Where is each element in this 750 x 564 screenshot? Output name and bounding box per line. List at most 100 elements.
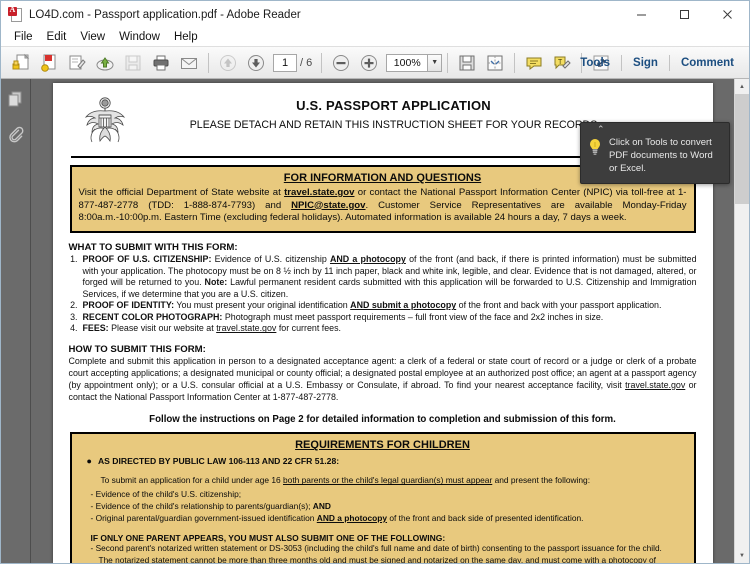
document-subtitle: PLEASE DETACH AND RETAIN THIS INSTRUCTIO… <box>189 119 598 131</box>
scrollbar-thumb[interactable] <box>734 94 749 204</box>
one-parent-line-1: - Second parent's notarized written stat… <box>90 543 662 554</box>
children-dash-3-post: of the front and back side of presented … <box>387 512 584 523</box>
submit-item-1-lead: PROOF OF U.S. CITIZENSHIP: <box>82 253 212 264</box>
attachments-paperclip-icon[interactable] <box>5 123 27 145</box>
submit-item-3-number: 3. <box>70 311 78 322</box>
svg-text:T: T <box>558 59 563 66</box>
scroll-down-arrow-icon[interactable]: ▼ <box>734 548 749 563</box>
submit-item-4-post: for current fees. <box>276 323 341 334</box>
lightbulb-icon <box>587 129 603 175</box>
submit-item-4-pre: Please visit our website at <box>108 323 217 334</box>
edit-pdf-icon[interactable] <box>65 51 89 75</box>
submit-item-2-lead: PROOF OF IDENTITY: <box>82 300 175 311</box>
submit-item-2-post: of the front and back with your passport… <box>456 300 662 311</box>
how-to-submit-heading: HOW TO SUBMIT THIS FORM: <box>68 344 206 356</box>
zoom-in-icon[interactable] <box>357 51 381 75</box>
children-lead-post: and present the following: <box>492 475 591 486</box>
submit-item-2-number: 2. <box>70 300 78 311</box>
submit-item-2-underline: AND submit a photocopy <box>350 300 457 311</box>
navigation-rail <box>1 79 31 563</box>
children-lead-underline: both parents or the child's legal guardi… <box>283 475 493 486</box>
document-title: U.S. PASSPORT APPLICATION <box>296 98 491 113</box>
submit-item-3-pre: Photograph must meet passport requiremen… <box>222 311 604 322</box>
submit-item-1-underline: AND a photocopy <box>329 253 406 264</box>
submit-item-1-note-label: Note: <box>204 277 228 288</box>
info-body-pre: Visit the official Department of State w… <box>78 187 285 198</box>
main-toolbar: / 6 100% ▼ <box>1 47 749 79</box>
one-parent-heading: IF ONLY ONE PARENT APPEARS, YOU MUST ALS… <box>90 533 446 544</box>
tools-pane-button[interactable]: Tools <box>569 54 621 72</box>
submit-item-2: 2. PROOF OF IDENTITY: You must present y… <box>69 300 697 312</box>
submit-item-2-pre: You must present your original identific… <box>174 300 351 311</box>
comment-pane-button[interactable]: Comment <box>670 54 745 72</box>
children-public-law-text: AS DIRECTED BY PUBLIC LAW 106-113 AND 22… <box>97 456 340 467</box>
adobe-reader-icon <box>8 5 24 23</box>
vertical-scrollbar[interactable]: ▲ ▼ <box>734 79 749 563</box>
zoom-level-value[interactable]: 100% <box>386 53 429 72</box>
scroll-up-arrow-icon[interactable]: ▲ <box>734 79 749 94</box>
follow-instructions-line: Follow the instructions on Page 2 for de… <box>149 414 616 426</box>
callout-arrow-icon: ⌃ <box>597 124 605 134</box>
children-dash-1: - Evidence of the child's U.S. citizensh… <box>91 488 687 500</box>
print-icon[interactable] <box>149 51 173 75</box>
cloud-upload-icon[interactable] <box>93 51 117 75</box>
menu-view[interactable]: View <box>73 29 112 45</box>
previous-page-icon[interactable] <box>216 51 240 75</box>
children-lead-line: To submit an application for a child und… <box>91 474 687 486</box>
title-bar: LO4D.com - Passport application.pdf - Ad… <box>1 1 749 28</box>
menu-bar: File Edit View Window Help <box>1 28 749 47</box>
children-dash-2-post: AND <box>312 500 331 511</box>
minimize-button[interactable] <box>620 1 663 28</box>
travel-state-gov-link-1[interactable]: travel.state.gov <box>284 187 354 198</box>
sign-pane-button[interactable]: Sign <box>622 54 669 72</box>
document-area: U.S. PASSPORT APPLICATION PLEASE DETACH … <box>1 79 749 563</box>
children-dash-3-pre: - Original parental/guardian government-… <box>90 512 317 523</box>
how-to-submit-pre: Complete and submit this application in … <box>68 356 697 390</box>
travel-state-gov-link-2[interactable]: travel.state.gov <box>216 323 276 333</box>
submit-item-1: 1. PROOF OF U.S. CITIZENSHIP: Evidence o… <box>69 253 696 300</box>
menu-help[interactable]: Help <box>167 29 205 45</box>
bullet-dot-icon: ● <box>86 456 92 467</box>
create-pdf-icon[interactable] <box>37 51 61 75</box>
menu-window[interactable]: Window <box>112 29 167 45</box>
page-number-input[interactable] <box>273 53 297 72</box>
npic-email-link[interactable]: NPIC@state.gov <box>291 200 365 211</box>
great-seal-icon <box>79 95 131 150</box>
save-icon <box>121 51 145 75</box>
sticky-note-icon[interactable] <box>522 51 546 75</box>
children-lead-pre: To submit an application for a child und… <box>100 475 284 486</box>
submit-item-4-lead: FEES: <box>82 323 109 334</box>
children-dash-2-pre: - Evidence of the child's relationship t… <box>90 500 313 511</box>
email-icon[interactable] <box>177 51 201 75</box>
information-box-body: Visit the official Department of State w… <box>79 187 687 225</box>
submit-item-3: 3. RECENT COLOR PHOTOGRAPH: Photograph m… <box>69 312 697 324</box>
submit-item-1-number: 1. <box>70 253 78 264</box>
zoom-dropdown-caret-icon[interactable]: ▼ <box>428 53 443 72</box>
children-dash-3-underline: AND a photocopy <box>316 512 388 523</box>
save-file-icon[interactable] <box>455 51 479 75</box>
tools-callout-tooltip[interactable]: ⌃ Click on Tools to convert PDF document… <box>580 122 730 185</box>
next-page-icon[interactable] <box>244 51 268 75</box>
zoom-out-icon[interactable] <box>329 51 353 75</box>
what-to-submit-heading: WHAT TO SUBMIT WITH THIS FORM: <box>68 241 238 253</box>
menu-file[interactable]: File <box>7 29 40 45</box>
children-dash-1-pre: - Evidence of the child's U.S. citizensh… <box>90 488 242 499</box>
maximize-button[interactable] <box>663 1 706 28</box>
children-dash-2: - Evidence of the child's relationship t… <box>91 500 687 512</box>
scrollbar-track[interactable] <box>734 94 749 548</box>
window-title: LO4D.com - Passport application.pdf - Ad… <box>29 8 301 21</box>
fit-page-icon[interactable] <box>483 51 507 75</box>
submit-item-2-text: PROOF OF IDENTITY: You must present your… <box>83 300 697 312</box>
submit-item-1-pre: Evidence of U.S. citizenship <box>211 253 330 264</box>
one-parent-line-2: The notarized statement cannot be more t… <box>98 554 656 563</box>
travel-state-gov-link-3[interactable]: travel.state.gov <box>625 380 685 390</box>
close-button[interactable] <box>706 1 749 28</box>
page-thumbnails-icon[interactable] <box>5 87 27 109</box>
adobe-reader-window: LO4D.com - Passport application.pdf - Ad… <box>0 0 750 564</box>
children-dash-3: - Original parental/guardian government-… <box>91 512 687 524</box>
open-file-icon[interactable] <box>9 51 33 75</box>
submit-item-4: 4. FEES: Please visit our website at tra… <box>69 323 697 335</box>
requirements-for-children-box: REQUIREMENTS FOR CHILDREN ● AS DIRECTED … <box>69 432 696 563</box>
menu-edit[interactable]: Edit <box>40 29 74 45</box>
children-box-heading: REQUIREMENTS FOR CHILDREN <box>295 439 470 452</box>
